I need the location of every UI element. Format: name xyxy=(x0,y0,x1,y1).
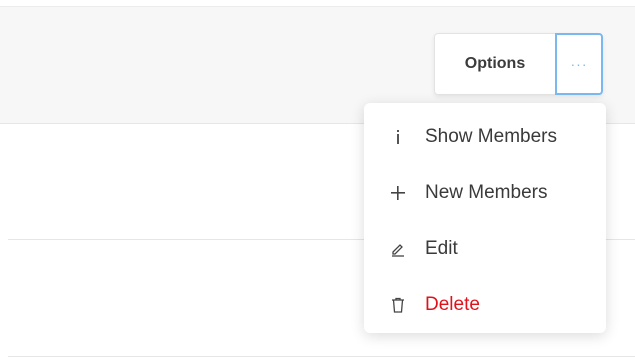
menu-item-show-members[interactable]: Show Members xyxy=(364,109,606,165)
menu-item-label: Edit xyxy=(425,238,458,259)
ellipsis-icon: ··· xyxy=(570,56,588,72)
more-options-button[interactable]: ··· xyxy=(555,33,603,95)
menu-item-delete[interactable]: Delete xyxy=(364,277,606,333)
info-icon xyxy=(388,129,408,145)
options-dropdown-menu: Show Members New Members Edit Delete xyxy=(364,103,606,333)
options-button[interactable]: Options xyxy=(434,33,555,95)
menu-item-label: New Members xyxy=(425,182,548,203)
options-button-group: Options ··· xyxy=(434,33,603,95)
top-divider xyxy=(0,0,635,7)
page: Options ··· Show Members New Members Edi… xyxy=(0,0,635,358)
pencil-icon xyxy=(388,241,408,257)
menu-item-new-members[interactable]: New Members xyxy=(364,165,606,221)
menu-item-edit[interactable]: Edit xyxy=(364,221,606,277)
plus-icon xyxy=(388,186,408,200)
menu-item-label: Delete xyxy=(425,294,480,315)
row-divider xyxy=(8,356,635,357)
menu-item-label: Show Members xyxy=(425,126,557,147)
trash-icon xyxy=(388,297,408,313)
